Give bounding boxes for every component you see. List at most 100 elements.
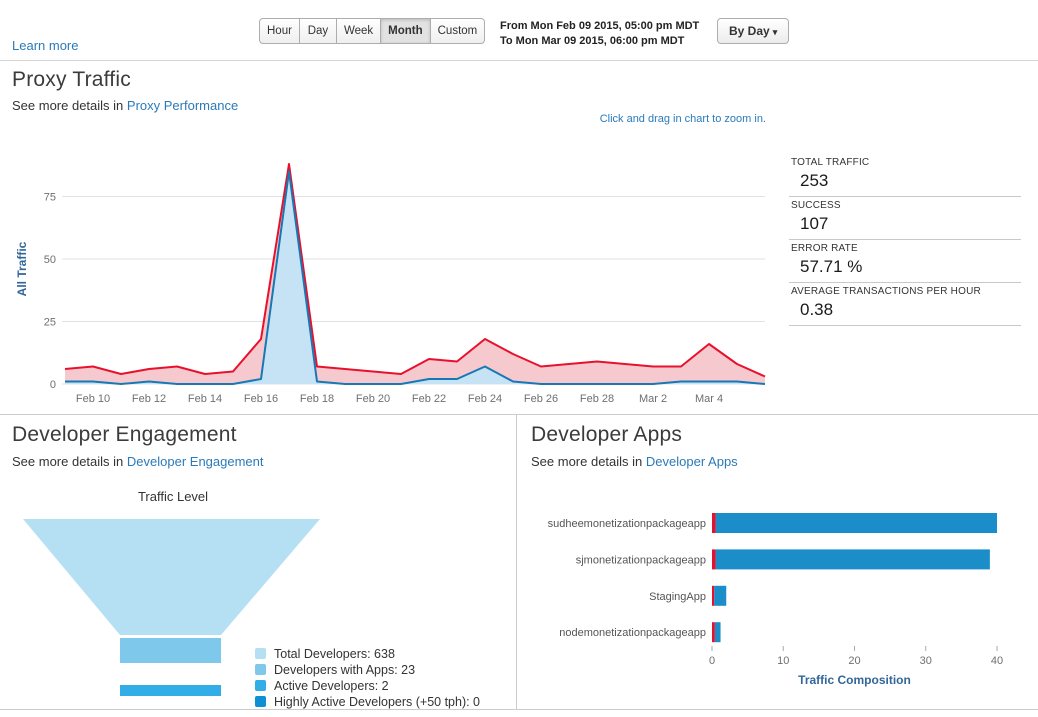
legend-swatch-icon <box>255 680 266 691</box>
svg-text:Feb 12: Feb 12 <box>132 393 166 404</box>
legend-label: Total Developers: 638 <box>274 647 395 661</box>
funnel-legend: Total Developers: 638 Developers with App… <box>255 646 480 710</box>
traffic-stats-panel: TOTAL TRAFFIC 253 SUCCESS 107 ERROR RATE 57.7… <box>789 154 1021 326</box>
chevron-down-icon: ▾ <box>773 27 778 37</box>
bar-success-segment <box>716 549 990 569</box>
proxy-traffic-title: Proxy Traffic <box>12 67 1026 93</box>
developer-engagement-section: Developer Engagement See more details in… <box>0 415 517 709</box>
proxy-traffic-chart[interactable]: 0 25 50 75 Feb 10 Feb 12 Feb 14 Feb 16 Feb 18 Feb… <box>12 140 784 404</box>
stat-row: SUCCESS 107 <box>789 197 1021 240</box>
stat-label: AVERAGE TRANSACTIONS PER HOUR <box>791 286 1019 297</box>
svg-text:Feb 10: Feb 10 <box>76 393 110 404</box>
bar-success-segment <box>716 513 997 533</box>
svg-text:20: 20 <box>848 655 860 667</box>
legend-item: Active Developers: 2 <box>255 678 480 693</box>
proxy-traffic-section: Proxy Traffic See more details in Proxy … <box>0 61 1038 415</box>
proxy-performance-link[interactable]: Proxy Performance <box>127 98 238 113</box>
date-range: From Mon Feb 09 2015, 05:00 pm MDT To Mo… <box>500 19 699 49</box>
series-line <box>65 172 765 385</box>
svg-text:All Traffic: All Traffic <box>15 241 29 296</box>
svg-text:sjmonetizationpackageapp: sjmonetizationpackageapp <box>576 554 706 566</box>
time-range-segmented-control: HourDayWeekMonthCustom <box>259 18 485 44</box>
svg-text:75: 75 <box>44 192 56 204</box>
apps-subtitle-text: See more details in <box>531 454 646 469</box>
svg-text:Mar 2: Mar 2 <box>639 393 667 404</box>
bar-error-segment <box>712 622 715 642</box>
bottom-row: Developer Engagement See more details in… <box>0 415 1038 710</box>
legend-swatch-icon <box>255 664 266 675</box>
svg-text:0: 0 <box>709 655 715 667</box>
developer-engagement-link[interactable]: Developer Engagement <box>127 454 264 469</box>
funnel-title: Traffic Level <box>0 489 346 504</box>
svg-text:Traffic Composition: Traffic Composition <box>798 673 911 687</box>
svg-text:Feb 28: Feb 28 <box>580 393 614 404</box>
svg-text:nodemonetizationpackageapp: nodemonetizationpackageapp <box>559 627 706 639</box>
legend-item: Total Developers: 638 <box>255 646 480 661</box>
group-by-label: By Day <box>729 24 770 38</box>
svg-text:0: 0 <box>50 379 56 391</box>
developer-apps-link[interactable]: Developer Apps <box>646 454 738 469</box>
header-toolbar: Learn more HourDayWeekMonthCustom From M… <box>0 0 1038 61</box>
developer-engagement-title: Developer Engagement <box>12 422 237 448</box>
range-button-day[interactable]: Day <box>299 18 337 44</box>
range-button-week[interactable]: Week <box>336 18 381 44</box>
analytics-dashboard: Learn more HourDayWeekMonthCustom From M… <box>0 0 1038 710</box>
bar-success-segment <box>715 622 721 642</box>
group-by-dropdown[interactable]: By Day▾ <box>717 18 789 44</box>
svg-text:StagingApp: StagingApp <box>649 591 706 603</box>
svg-text:Feb 20: Feb 20 <box>356 393 390 404</box>
proxy-subtitle-text: See more details in <box>12 98 127 113</box>
range-button-month[interactable]: Month <box>380 18 430 44</box>
svg-text:Feb 24: Feb 24 <box>468 393 502 404</box>
stat-label: TOTAL TRAFFIC <box>791 157 1019 168</box>
svg-text:30: 30 <box>920 655 932 667</box>
legend-label: Highly Active Developers (+50 tph): 0 <box>274 695 480 709</box>
svg-text:50: 50 <box>44 254 56 266</box>
stat-value: 57.71 % <box>791 257 1019 277</box>
developer-apps-bar-chart: sudheemonetizationpackageapp sjmonetizati… <box>517 490 1038 705</box>
bar-error-segment <box>712 513 716 533</box>
series-line <box>65 164 765 377</box>
bar-success-segment <box>714 586 726 606</box>
svg-text:25: 25 <box>44 317 56 329</box>
svg-text:Feb 14: Feb 14 <box>188 393 222 404</box>
engagement-subtitle: See more details in Developer Engagement <box>12 454 264 470</box>
legend-label: Active Developers: 2 <box>274 679 389 693</box>
stat-label: ERROR RATE <box>791 243 1019 254</box>
svg-text:sudheemonetizationpackageapp: sudheemonetizationpackageapp <box>548 518 706 530</box>
apps-subtitle: See more details in Developer Apps <box>531 454 738 470</box>
range-button-hour[interactable]: Hour <box>259 18 300 44</box>
funnel-stage <box>23 519 320 635</box>
bar-error-segment <box>712 549 716 569</box>
engagement-subtitle-text: See more details in <box>12 454 127 469</box>
stat-value: 253 <box>791 171 1019 191</box>
proxy-subtitle: See more details in Proxy Performance <box>12 98 1026 114</box>
zoom-hint: Click and drag in chart to zoom in. <box>600 113 766 125</box>
developer-apps-title: Developer Apps <box>531 422 682 448</box>
bar-error-segment <box>712 586 714 606</box>
svg-text:Mar 4: Mar 4 <box>695 393 723 404</box>
svg-text:Feb 26: Feb 26 <box>524 393 558 404</box>
svg-text:40: 40 <box>991 655 1003 667</box>
range-button-custom[interactable]: Custom <box>430 18 486 44</box>
proxy-chart-row: 0 25 50 75 Feb 10 Feb 12 Feb 14 Feb 16 Feb 18 Feb… <box>12 140 1026 404</box>
developer-apps-section: Developer Apps See more details in Devel… <box>517 415 1038 709</box>
stat-value: 0.38 <box>791 300 1019 320</box>
legend-item: Developers with Apps: 23 <box>255 662 480 677</box>
svg-text:10: 10 <box>777 655 789 667</box>
date-to-text: To Mon Mar 09 2015, 06:00 pm MDT <box>500 34 699 49</box>
stat-row: ERROR RATE 57.71 % <box>789 240 1021 283</box>
learn-more-link[interactable]: Learn more <box>12 38 78 53</box>
legend-item: Highly Active Developers (+50 tph): 0 <box>255 694 480 709</box>
legend-label: Developers with Apps: 23 <box>274 663 415 677</box>
legend-swatch-icon <box>255 648 266 659</box>
stat-label: SUCCESS <box>791 200 1019 211</box>
stat-row: AVERAGE TRANSACTIONS PER HOUR 0.38 <box>789 283 1021 326</box>
svg-text:Feb 16: Feb 16 <box>244 393 278 404</box>
stat-value: 107 <box>791 214 1019 234</box>
svg-text:Feb 18: Feb 18 <box>300 393 334 404</box>
svg-text:Feb 22: Feb 22 <box>412 393 446 404</box>
funnel-stage <box>120 685 221 696</box>
series-area <box>65 172 765 385</box>
legend-swatch-icon <box>255 696 266 707</box>
